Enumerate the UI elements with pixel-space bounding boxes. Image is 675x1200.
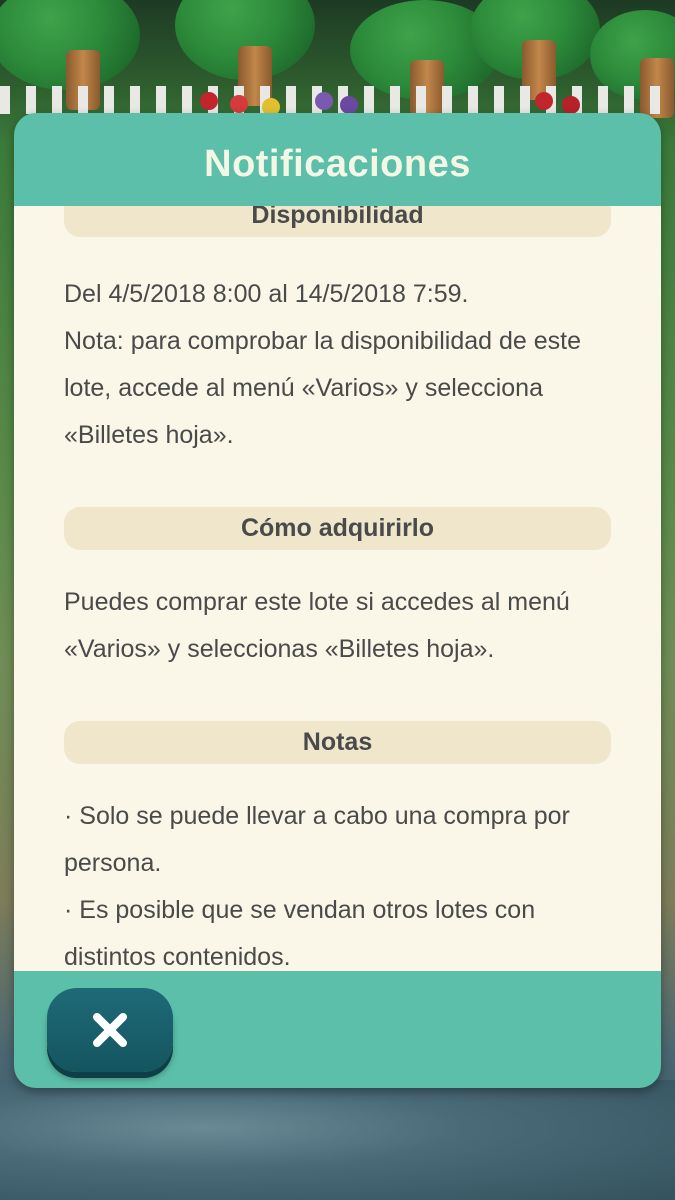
flower bbox=[340, 96, 358, 114]
flower bbox=[230, 95, 248, 113]
text-line: «Billetes hoja». bbox=[64, 421, 234, 449]
text-line: lote, accede al menú «Varios» y seleccio… bbox=[64, 374, 543, 402]
text-line: persona. bbox=[64, 849, 162, 877]
section-text-disponibilidad: Del 4/5/2018 8:00 al 14/5/2018 7:59. Not… bbox=[64, 271, 624, 459]
section-header-disponibilidad: Disponibilidad bbox=[64, 206, 611, 237]
text-line: · Es posible que se vendan otros lotes c… bbox=[64, 896, 536, 924]
section-header-como-adquirirlo: Cómo adquirirlo bbox=[64, 507, 611, 550]
flower bbox=[200, 92, 218, 110]
section-header-notas: Notas bbox=[64, 721, 611, 764]
section-text-notas: · Solo se puede llevar a cabo una compra… bbox=[64, 793, 624, 971]
close-icon bbox=[93, 1013, 127, 1047]
section-text-como-adquirirlo: Puedes comprar este lote si accedes al m… bbox=[64, 579, 624, 673]
text-line: Del 4/5/2018 8:00 al 14/5/2018 7:59. bbox=[64, 280, 469, 308]
text-line: Nota: para comprobar la disponibilidad d… bbox=[64, 327, 581, 355]
text-line: distintos contenidos. bbox=[64, 943, 291, 971]
text-line: Puedes comprar este lote si accedes al m… bbox=[64, 588, 570, 616]
notification-dialog: Notificaciones Disponibilidad Del 4/5/20… bbox=[14, 113, 661, 1088]
flower bbox=[562, 96, 580, 114]
text-line: · Solo se puede llevar a cabo una compra… bbox=[64, 802, 570, 830]
dialog-title: Notificaciones bbox=[204, 143, 471, 185]
flower bbox=[535, 92, 553, 110]
dialog-scroll-body[interactable]: Disponibilidad Del 4/5/2018 8:00 al 14/5… bbox=[14, 206, 661, 971]
text-line: «Varios» y seleccionas «Billetes hoja». bbox=[64, 635, 495, 663]
close-button[interactable] bbox=[47, 988, 173, 1072]
river bbox=[0, 1080, 675, 1200]
flower bbox=[315, 92, 333, 110]
